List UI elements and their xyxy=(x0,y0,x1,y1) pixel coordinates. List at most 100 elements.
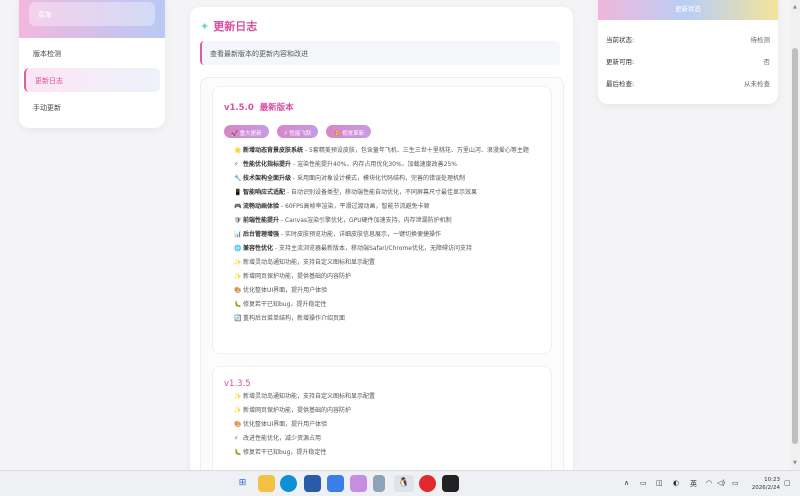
release-list: v1.5.0 最新版本 🚀 重大更新 ⚡ 性能飞跃 🎨 视觉革新 🌟 新增动态背景… xyxy=(200,77,564,470)
tag-label: 视觉革新 xyxy=(342,131,365,137)
phone-link-icon[interactable] xyxy=(373,475,385,492)
clock-time: 10:23 xyxy=(764,477,780,483)
item-text: 新增网页保护功能，提供基础的内容防护 xyxy=(243,273,352,280)
item-text: - 支持主流浏览器最新版本，移动端Safari/Chrome优化，无障碍访问支持 xyxy=(273,245,472,252)
item-text: - 60FPS高帧率渲染，平滑过渡动画，智能节流避免卡顿 xyxy=(279,203,430,210)
list-item: 🌐 兼容性优化 - 支持主流浏览器最新版本，移动端Safari/Chrome优化，… xyxy=(234,243,546,254)
sparkles-icon: ✨ xyxy=(234,393,242,400)
wrench-icon: 🔧 xyxy=(234,175,242,182)
app-icon[interactable] xyxy=(304,475,321,492)
sparkle-icon: ✦ xyxy=(200,20,210,33)
lightning-icon: ⚡ xyxy=(234,435,239,442)
tag-visual: 🎨 视觉革新 xyxy=(326,125,372,138)
item-text: 修复若干已知bug，提升稳定性 xyxy=(243,301,327,308)
list-item: 📱 智能响应式适配 - 自动识别设备类型，移动端性能自动优化，不同屏幕尺寸最佳显示… xyxy=(234,187,546,198)
item-title: 流畅动画体验 xyxy=(243,203,280,210)
item-title: 性能优化指标提升 xyxy=(243,161,292,168)
status-label: 更新可用: xyxy=(606,58,635,66)
windows-start-icon[interactable]: ⊞ xyxy=(234,475,251,492)
item-text: 新增网页保护功能，提供基础的内容防护 xyxy=(243,407,352,414)
clock-date: 2026/2/24 xyxy=(751,485,780,491)
sidebar-header: 菜单 xyxy=(19,0,165,38)
file-explorer-icon[interactable] xyxy=(258,475,275,492)
intro-text: 查看最新版本的更新内容和改进 xyxy=(200,41,560,65)
item-title: 技术架构全面升级 xyxy=(243,175,292,182)
version-number: v1.5.0 xyxy=(224,103,254,113)
scrollbar-thumb[interactable] xyxy=(792,48,798,444)
ime-indicator[interactable]: 英 xyxy=(690,479,697,489)
gamepad-icon: 🎮 xyxy=(234,203,242,210)
item-text: 新增灵动岛通知功能，支持自定义图标和显示配置 xyxy=(243,259,376,266)
release-tags: 🚀 重大更新 ⚡ 性能飞跃 🎨 视觉革新 xyxy=(224,120,374,139)
list-item: 🐛 修复若干已知bug，提升稳定性 xyxy=(234,299,546,310)
status-value: 待检测 xyxy=(750,36,771,44)
status-row-current: 当前状态: 待检测 xyxy=(598,28,778,50)
tag-performance: ⚡ 性能飞跃 xyxy=(276,125,319,138)
item-title: 后台管理增强 xyxy=(243,231,280,238)
wifi-icon[interactable]: ◠ xyxy=(706,479,712,487)
scroll-down-icon[interactable]: ▼ xyxy=(793,460,797,466)
item-text: 修复若干已知bug，提升稳定性 xyxy=(243,449,327,456)
item-text: 重构后台菜单结构，新增操作介绍页面 xyxy=(243,315,346,322)
netease-music-icon[interactable] xyxy=(419,475,436,492)
item-text: - Canvas渲染引擎优化，GPU硬件加速支持，内存泄漏防护机制 xyxy=(279,217,452,224)
item-text: - 自动识别设备类型，移动端性能自动优化，不同屏幕尺寸最佳显示效果 xyxy=(285,189,477,196)
page-title-text: 更新日志 xyxy=(213,20,258,33)
globe-icon: 🌐 xyxy=(234,245,242,252)
item-title: 兼容性优化 xyxy=(243,245,274,252)
sidebar-item-version-check[interactable]: 版本检测 xyxy=(24,41,160,65)
chevron-up-icon[interactable]: ∧ xyxy=(624,479,629,487)
scroll-up-icon[interactable]: ▲ xyxy=(793,4,797,10)
list-item: ⚡ 性能优化指标提升 - 渲染性能提升40%，内存占用优化30%，加载速度改善25… xyxy=(234,159,546,170)
list-item: 🎮 流畅动画体验 - 60FPS高帧率渲染，平滑过渡动画，智能节流避免卡顿 xyxy=(234,201,546,212)
app-window: 菜单 版本检测 更新日志 手动更新 ✦ 更新日志 查看最新版本的更新内容和改进 v… xyxy=(0,0,800,470)
sidebar-item-changelog[interactable]: 更新日志 xyxy=(24,68,160,92)
phone-icon: 📱 xyxy=(234,189,242,196)
status-row-last-check: 最后检查: 从未检查 xyxy=(598,72,778,94)
item-text: 优化整体UI界面，提升用户体验 xyxy=(243,287,328,294)
list-item: ⚡ 改进性能优化，减少资源占用 xyxy=(234,433,546,444)
app-icon[interactable] xyxy=(327,475,344,492)
shield-icon: 🛡 xyxy=(234,217,242,224)
tag-label: 性能飞跃 xyxy=(289,131,312,137)
item-title: 前端性能提升 xyxy=(243,217,280,224)
star-icon: 🌟 xyxy=(234,147,242,154)
latest-badge: 最新版本 xyxy=(259,103,294,113)
tray-icon[interactable]: ◐ xyxy=(673,479,679,487)
list-item: 🎨 优化整体UI界面，提升用户体验 xyxy=(234,285,546,296)
refresh-icon: 🔄 xyxy=(234,315,242,322)
list-item: 🌟 新增动态背景皮肤系统 - 5套精美预设皮肤，包含童年飞机、三生三世十里桃花、万… xyxy=(234,145,546,156)
edge-browser-icon[interactable] xyxy=(280,475,297,492)
status-row-available: 更新可用: 否 xyxy=(598,50,778,72)
status-value: 否 xyxy=(763,58,771,66)
changelog-panel: ✦ 更新日志 查看最新版本的更新内容和改进 v1.5.0 最新版本 🚀 重大更新 … xyxy=(190,7,573,470)
notification-icon[interactable]: ▢ xyxy=(784,479,791,487)
sidebar: 菜单 版本检测 更新日志 手动更新 xyxy=(19,0,165,128)
sparkles-icon: ✨ xyxy=(234,273,242,280)
page-title: ✦ 更新日志 xyxy=(200,18,257,34)
list-item: 🛡 前端性能提升 - Canvas渲染引擎优化，GPU硬件加速支持，内存泄漏防护机… xyxy=(234,215,546,226)
sparkles-icon: ✨ xyxy=(234,259,242,266)
palette-icon: 🎨 xyxy=(234,287,242,294)
system-clock[interactable]: 10:23 2026/2/24 xyxy=(748,476,780,492)
release-items: 🌟 新增动态背景皮肤系统 - 5套精美预设皮肤，包含童年飞机、三生三世十里桃花、万… xyxy=(234,145,546,327)
item-text: 改进性能优化，减少资源占用 xyxy=(243,435,322,442)
list-item: ✨ 新增灵动岛通知功能，支持自定义图标和显示配置 xyxy=(234,391,546,402)
list-item: ✨ 新增网页保护功能，提供基础的内容防护 xyxy=(234,271,546,282)
tray-icon[interactable]: ◫ xyxy=(656,479,663,487)
app-icon[interactable] xyxy=(442,475,459,492)
volume-icon[interactable]: ◁) xyxy=(717,479,725,487)
qq-icon[interactable]: 🐧 xyxy=(394,475,414,492)
sidebar-header-label: 菜单 xyxy=(29,2,155,26)
item-title: 新增动态背景皮肤系统 xyxy=(243,147,304,154)
tray-icon[interactable]: ▭ xyxy=(640,479,647,487)
app-icon[interactable] xyxy=(350,475,367,492)
battery-icon[interactable]: ▭ xyxy=(732,479,739,487)
list-item: 🔄 重构后台菜单结构，新增操作介绍页面 xyxy=(234,313,546,324)
list-item: ✨ 新增网页保护功能，提供基础的内容防护 xyxy=(234,405,546,416)
sidebar-item-manual-update[interactable]: 手动更新 xyxy=(24,95,160,119)
list-item: 🎨 优化整体UI界面，提升用户体验 xyxy=(234,419,546,430)
status-label: 最后检查: xyxy=(606,80,635,88)
release-card: v1.3.5 ✨ 新增灵动岛通知功能，支持自定义图标和显示配置 ✨ 新增网页保护功能… xyxy=(212,366,552,470)
tag-label: 重大更新 xyxy=(239,131,262,137)
